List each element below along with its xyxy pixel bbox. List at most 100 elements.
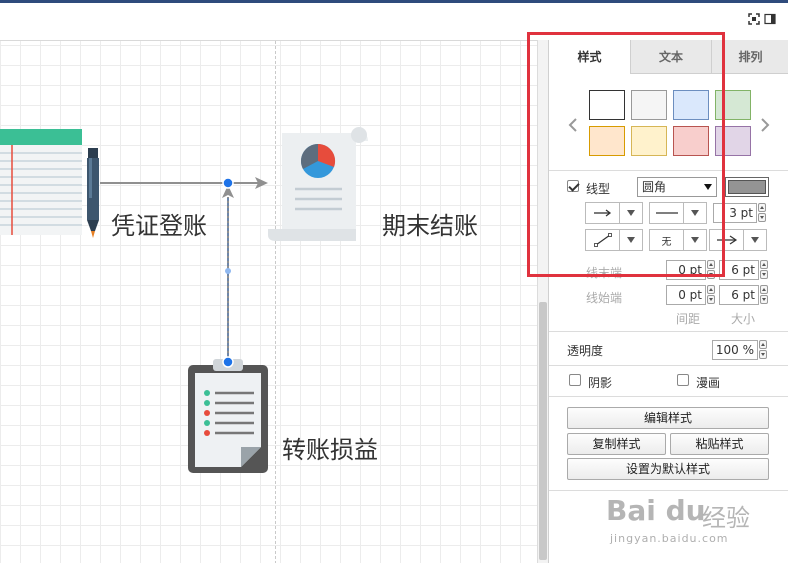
fullscreen-icon[interactable] — [748, 13, 760, 25]
canvas-scrollbar[interactable] — [537, 40, 548, 563]
line-color-preview — [728, 180, 766, 194]
chevron-down-icon — [684, 230, 706, 250]
connector-voucher-to-close[interactable] — [100, 177, 268, 189]
spin-down-icon[interactable] — [759, 350, 767, 359]
line-pattern-select[interactable] — [649, 202, 707, 224]
line-width-spinner[interactable] — [757, 203, 767, 223]
chevron-down-icon — [744, 230, 766, 250]
spin-up-icon[interactable] — [758, 203, 766, 212]
opacity-input[interactable]: 100 % — [712, 340, 758, 360]
spacing-header: 间距 — [676, 312, 701, 326]
sketch-checkbox[interactable] — [677, 374, 689, 386]
shadow-label: 阴影 — [588, 376, 613, 390]
watermark-suffix: 经验 — [702, 504, 750, 532]
spin-down-icon[interactable] — [760, 270, 768, 279]
color-swatch[interactable] — [715, 90, 751, 120]
diagram-canvas[interactable]: 凭证登账 期末结账 转账损益 — [0, 40, 548, 563]
top-toolbar — [0, 0, 788, 40]
spin-up-icon[interactable] — [759, 340, 767, 349]
watermark-logo: Bai du — [606, 494, 706, 527]
line-end-size-input[interactable]: 6 pt — [719, 260, 759, 280]
spin-up-icon[interactable] — [707, 285, 715, 294]
node-label-transfer[interactable]: 转账损益 — [282, 430, 378, 465]
line-start-size-input[interactable]: 6 pt — [719, 285, 759, 305]
line-end-marker-select[interactable] — [709, 229, 767, 251]
line-start-label: 线始端 — [586, 291, 623, 305]
color-swatch[interactable] — [589, 126, 625, 156]
section-divider — [549, 396, 788, 397]
spin-down-icon[interactable] — [760, 295, 768, 304]
line-label: 线型 — [586, 182, 611, 196]
section-divider — [549, 490, 788, 491]
toggle-panel-icon[interactable] — [764, 13, 776, 25]
line-start-spacing-spinner[interactable] — [706, 285, 716, 305]
spin-down-icon[interactable] — [707, 270, 715, 279]
format-panel: 样式 文本 排列 线型 圆角 3 pt 无 线末端 0 pt 6 pt 线始端 … — [548, 40, 788, 563]
spin-up-icon[interactable] — [760, 260, 768, 269]
section-divider — [549, 170, 788, 171]
tab-style[interactable]: 样式 — [549, 40, 630, 74]
chevron-down-icon — [684, 203, 706, 223]
watermark-url: jingyan.baidu.com — [610, 532, 729, 545]
line-width-input[interactable]: 3 pt — [713, 203, 757, 223]
straight-arrow-icon — [593, 209, 611, 217]
line-start-marker-select[interactable]: 无 — [649, 229, 707, 251]
chevron-down-icon — [620, 230, 642, 250]
line-color-button[interactable] — [725, 177, 769, 197]
node-label-voucher[interactable]: 凭证登账 — [111, 206, 207, 241]
line-end-spacing-input[interactable]: 0 pt — [666, 260, 706, 280]
line-style-value: 圆角 — [642, 180, 667, 194]
section-divider — [549, 365, 788, 366]
spin-down-icon[interactable] — [758, 213, 766, 222]
spin-up-icon[interactable] — [760, 285, 768, 294]
report-document-icon[interactable] — [268, 127, 368, 241]
color-swatch[interactable] — [631, 90, 667, 120]
line-start-size-spinner[interactable] — [759, 285, 769, 305]
clipboard-checklist-icon[interactable] — [188, 359, 268, 473]
baidu-jingyan-watermark: Bai du 经验 jingyan.baidu.com — [606, 494, 782, 552]
line-end-spacing-spinner[interactable] — [706, 260, 716, 280]
opacity-label: 透明度 — [567, 344, 604, 358]
color-swatch[interactable] — [715, 126, 751, 156]
line-end-label: 线末端 — [586, 266, 623, 280]
scrollbar-thumb[interactable] — [539, 302, 547, 560]
ledger-book-icon[interactable] — [0, 129, 82, 235]
connector-transfer-selected[interactable] — [222, 177, 234, 368]
size-header: 大小 — [731, 312, 756, 326]
format-tabs: 样式 文本 排列 — [549, 40, 788, 74]
edit-style-button[interactable]: 编辑样式 — [567, 407, 769, 429]
swatch-prev-icon[interactable] — [567, 118, 579, 132]
color-swatch[interactable] — [673, 126, 709, 156]
set-default-style-button[interactable]: 设置为默认样式 — [567, 458, 769, 480]
app-root: 凭证登账 期末结账 转账损益 样式 文本 排列 线型 圆角 3 pt 无 线末端… — [0, 0, 788, 563]
line-end-size-spinner[interactable] — [759, 260, 769, 280]
shadow-checkbox[interactable] — [569, 374, 581, 386]
paste-style-button[interactable]: 粘贴样式 — [670, 433, 769, 455]
chevron-down-icon — [620, 203, 642, 223]
pen-icon[interactable] — [87, 148, 99, 238]
copy-style-button[interactable]: 复制样式 — [567, 433, 666, 455]
swatch-next-icon[interactable] — [759, 118, 771, 132]
sketch-label: 漫画 — [696, 376, 721, 390]
connector-start-handle[interactable] — [222, 177, 234, 189]
connector-end-handle[interactable] — [222, 356, 234, 368]
tab-text[interactable]: 文本 — [630, 40, 711, 74]
line-style-select[interactable]: 圆角 — [637, 177, 717, 197]
node-label-period-close[interactable]: 期末结账 — [382, 206, 478, 241]
marker-none-label: 无 — [650, 230, 684, 250]
diagonal-line-icon — [593, 233, 612, 247]
tab-arrange[interactable]: 排列 — [711, 40, 788, 74]
spin-up-icon[interactable] — [707, 260, 715, 269]
spin-down-icon[interactable] — [707, 295, 715, 304]
section-divider — [549, 331, 788, 332]
chevron-down-icon — [704, 184, 712, 190]
opacity-spinner[interactable] — [758, 340, 768, 360]
color-swatch[interactable] — [631, 126, 667, 156]
line-checkbox[interactable] — [567, 180, 579, 192]
line-connect-select[interactable] — [585, 202, 643, 224]
line-start-spacing-input[interactable]: 0 pt — [666, 285, 706, 305]
color-swatch[interactable] — [589, 90, 625, 120]
waypoint-select[interactable] — [585, 229, 643, 251]
color-swatch[interactable] — [673, 90, 709, 120]
arrow-end-icon — [716, 235, 737, 245]
